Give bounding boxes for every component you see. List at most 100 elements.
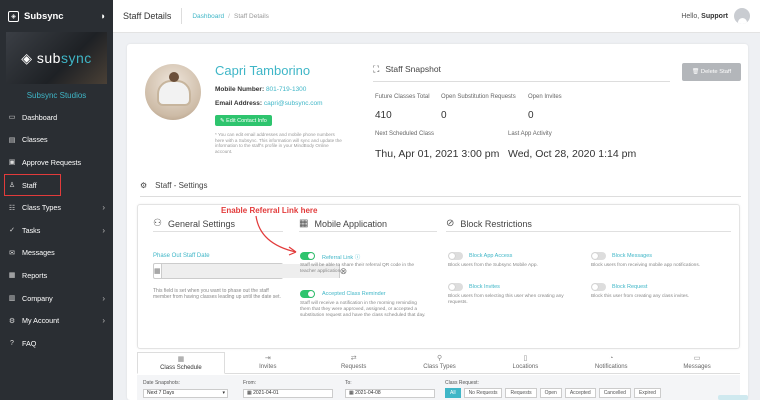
bell-icon: ◔ — [609, 355, 614, 362]
snapshot-icon: ⛶ — [373, 64, 380, 74]
breadcrumb-dashboard-link[interactable]: Dashboard — [192, 13, 224, 20]
messages-icon: ▭ — [693, 355, 701, 362]
phase-out-help: This field is set when you want to phase… — [153, 288, 281, 301]
sidebar: ◈ Subsync ◑ ◈ subsync Subsync Studios ▭ D… — [0, 0, 113, 400]
staff-snapshot-header: ⛶ Staff Snapshot — [373, 64, 670, 82]
sidebar-header: ◈ Subsync ◑ — [0, 0, 113, 32]
filter-option-requests[interactable]: Requests — [505, 388, 537, 398]
sidebar-toggle-icon[interactable]: ◑ — [100, 11, 105, 21]
sidebar-nav: ▭ Dashboard ▤ Classes ▣ Approve Requests ♙ Staf… — [0, 106, 113, 355]
referral-link-label: Referral Link ⓘ — [322, 255, 361, 261]
referral-link-toggle[interactable] — [300, 252, 315, 260]
block-app-access-toggle[interactable] — [448, 252, 463, 260]
sidebar-item-classes[interactable]: ▤ Classes — [0, 129, 113, 152]
settings-gear-icon: ⚙ — [140, 181, 148, 190]
location-icon: ▯ — [523, 355, 528, 362]
block-messages-label: Block Messages — [612, 253, 653, 259]
block-restrictions-header: ⊘ Block Restrictions — [446, 218, 731, 232]
sidebar-item-label: Company — [22, 293, 53, 303]
info-icon: ⓘ — [354, 255, 361, 261]
breadcrumb-current: Staff Details — [233, 12, 269, 20]
block-request-toggle[interactable] — [591, 283, 606, 291]
sidebar-item-approve-requests[interactable]: ▣ Approve Requests — [0, 151, 113, 174]
from-label: From: — [243, 380, 257, 386]
email-address: Email Address: capri@subsync.com — [215, 100, 323, 107]
logo-icon: ◈ — [8, 10, 19, 22]
sidebar-item-dashboard[interactable]: ▭ Dashboard — [0, 106, 113, 129]
chevron-right-icon: › — [102, 293, 105, 303]
filter-option-all[interactable]: All — [445, 388, 461, 398]
snapshot-title: Staff Snapshot — [385, 64, 441, 74]
date-snapshots-label: Date Snapshots: — [143, 380, 180, 386]
delete-staff-button[interactable]: 🗑 Delete Staff — [682, 63, 741, 81]
future-classes-label: Future Classes Total — [375, 94, 430, 100]
block-request-label: Block Request — [612, 284, 648, 290]
classes-icon: ▤ — [8, 136, 16, 144]
contact-info-note: * You can edit email addresses and mobil… — [215, 132, 342, 154]
faq-icon: ? — [10, 339, 14, 347]
tab-class-schedule[interactable]: ▦ Class Schedule — [137, 352, 225, 374]
from-date-input[interactable]: ▦ 2021-04-01 — [243, 389, 333, 398]
filter-option-open[interactable]: Open — [539, 388, 562, 398]
future-classes-value: 410 — [375, 110, 392, 121]
accepted-class-reminder-toggle[interactable] — [300, 290, 315, 298]
sidebar-item-tasks[interactable]: ✓ Tasks › — [0, 219, 113, 242]
tab-requests[interactable]: ⇄ Requests — [311, 352, 397, 373]
tab-notifications[interactable]: ◔ Notifications — [568, 352, 654, 373]
filter-option-expired[interactable]: Expired — [633, 388, 661, 398]
tab-class-types[interactable]: ⚲ Class Types — [397, 352, 483, 373]
tab-locations[interactable]: ▯ Locations — [482, 352, 568, 373]
chevron-right-icon: › — [102, 203, 105, 213]
sidebar-item-messages[interactable]: ✉ Messages — [0, 242, 113, 265]
sidebar-item-company[interactable]: ▥ Company › — [0, 287, 113, 310]
chevron-down-icon: ▾ — [222, 390, 225, 396]
calendar-icon[interactable]: ▦ — [154, 264, 162, 278]
sidebar-item-staff[interactable]: ♙ Staff — [4, 173, 61, 197]
date-snapshots-select[interactable]: Next 7 Days ▾ — [143, 389, 228, 398]
class-filters: Date Snapshots: Next 7 Days ▾ From: ▦ 202… — [137, 375, 740, 400]
block-messages-desc: Block users from receiving mobile app no… — [591, 263, 701, 268]
mobile-number: Mobile Number: 801-719-1300 — [215, 86, 307, 93]
block-invites-desc: Block users from selecting this user whe… — [448, 294, 564, 305]
referral-link-desc: Staff will be able to share their referr… — [300, 263, 415, 274]
sidebar-item-class-types[interactable]: ☷ Class Types › — [0, 196, 113, 219]
sidebar-item-label: My Account — [22, 316, 60, 326]
block-invites-toggle[interactable] — [448, 283, 463, 291]
mobile-link[interactable]: 801-719-1300 — [266, 86, 306, 93]
sidebar-item-my-account[interactable]: ⚙ My Account › — [0, 309, 113, 332]
settings-section-header: ⚙ Staff - Settings — [140, 181, 741, 197]
block-messages-toggle[interactable] — [591, 252, 606, 260]
tab-messages[interactable]: ▭ Messages — [654, 352, 740, 373]
filter-option-no-requests[interactable]: No Requests — [463, 388, 503, 398]
greeting: Hello, Support — [681, 12, 728, 20]
last-activity-label: Last App Activity — [508, 131, 552, 137]
reports-icon: ▦ — [8, 272, 16, 280]
accepted-class-reminder-label: Accepted Class Reminder — [322, 291, 386, 297]
email-link[interactable]: capri@subsync.com — [264, 100, 323, 107]
class-request-filter: All No Requests Requests Open Accepted Cancel… — [445, 388, 661, 398]
calendar-icon: ▦ — [177, 355, 185, 363]
sidebar-item-reports[interactable]: ▦ Reports — [0, 264, 113, 287]
settings-panel: ⚇ General Settings ▦ Mobile Application ⊘ B… — [137, 204, 740, 349]
open-invites-value: 0 — [528, 110, 534, 121]
scroll-hint — [718, 395, 748, 400]
sidebar-item-faq[interactable]: ? FAQ — [0, 332, 113, 355]
open-substitution-label: Open Substitution Requests — [441, 94, 516, 100]
avatar[interactable] — [734, 8, 750, 24]
filter-option-accepted[interactable]: Accepted — [564, 388, 596, 398]
block-invites-label: Block Invites — [469, 284, 500, 290]
to-date-input[interactable]: ▦ 2021-04-08 — [345, 389, 435, 398]
mobile-application-header: ▦ Mobile Application — [299, 218, 437, 232]
filter-option-cancelled[interactable]: Cancelled — [598, 388, 631, 398]
calendar-icon: ▦ — [349, 390, 354, 396]
phase-out-date-input[interactable]: ▦ ⊗ — [153, 263, 347, 279]
tab-invites[interactable]: ⇥ Invites — [225, 352, 311, 373]
edit-contact-info-button[interactable]: ✎ Edit Contact Info — [215, 115, 272, 126]
next-class-label: Next Scheduled Class — [375, 131, 435, 137]
sidebar-item-label: Reports — [22, 270, 48, 280]
block-request-desc: Block this user from creating any class … — [591, 294, 690, 299]
to-label: To: — [345, 380, 352, 386]
staff-tabs: ▦ Class Schedule ⇥ Invites ⇄ Requests ⚲ Class T… — [137, 352, 740, 374]
staff-icon: ♙ — [8, 182, 16, 190]
sidebar-item-label: Class Types — [22, 203, 62, 213]
